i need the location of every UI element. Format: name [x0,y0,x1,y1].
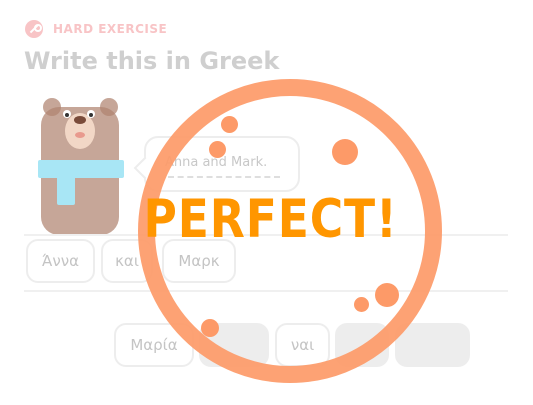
page-title: Write this in Greek [24,47,280,75]
confetti-dot [209,141,226,158]
bear-character [33,95,128,235]
badge-label: HARD EXERCISE [53,22,168,36]
success-stamp-text: PERFECT! [143,189,398,250]
answer-chip[interactable]: Άννα [26,239,95,283]
confetti-dot [375,283,399,307]
confetti-dot [354,297,369,312]
exercise-badge: HARD EXERCISE [25,20,167,38]
confetti-dot [221,116,238,133]
word-bank-slot-empty [395,323,470,367]
confetti-dot [332,139,358,165]
dumbbell-icon [25,20,43,38]
confetti-dot [201,319,219,337]
